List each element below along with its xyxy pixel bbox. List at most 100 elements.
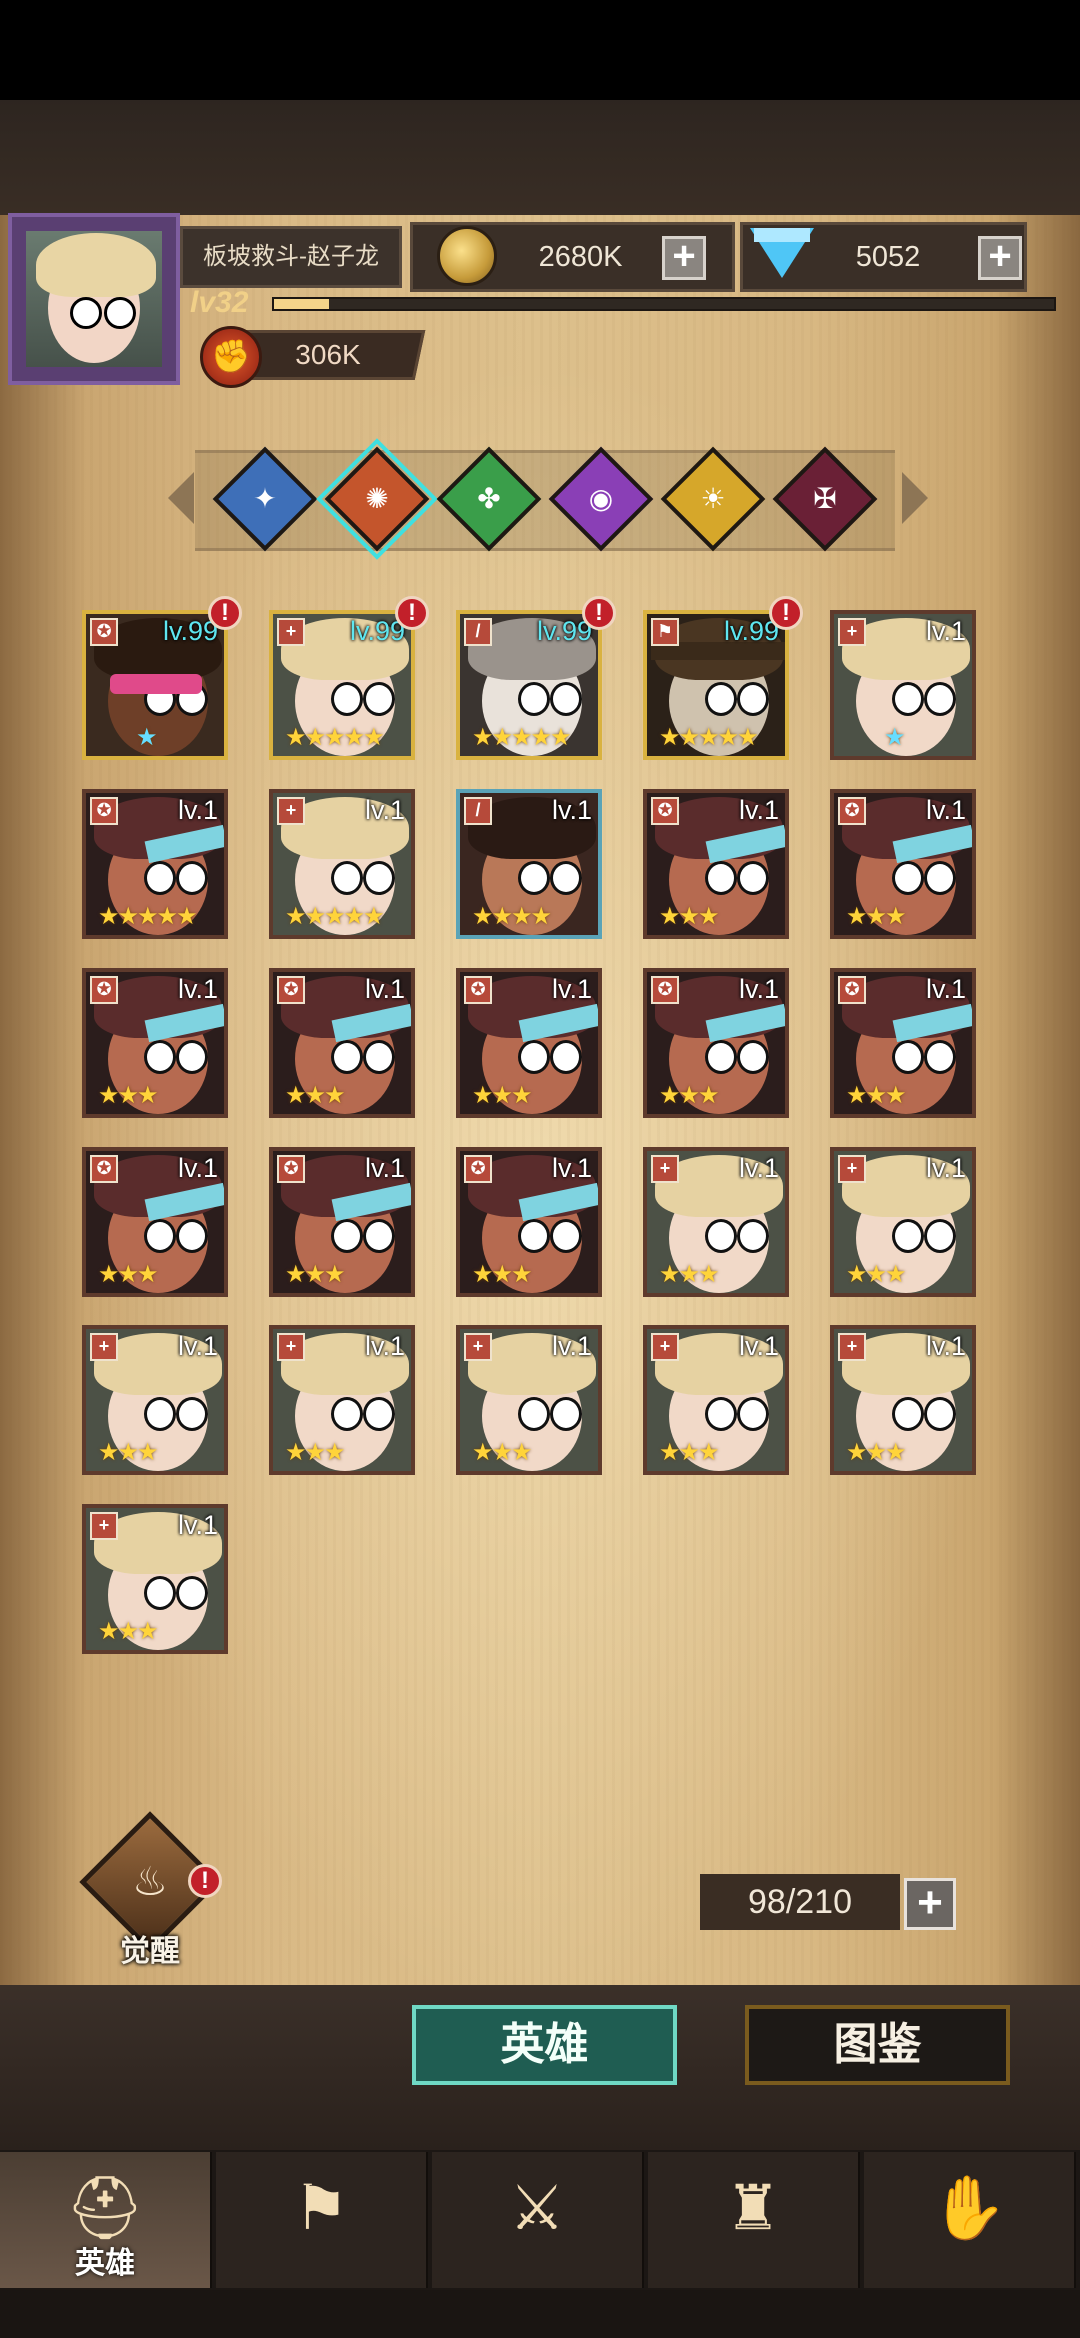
player-level: lv32 [190, 286, 249, 319]
hero-card[interactable]: + lv.1 ★★★ [269, 1325, 415, 1475]
hero-card[interactable]: + lv.1 ★★★ [830, 1325, 976, 1475]
hero-stars: ★★★ [846, 1439, 907, 1466]
hero-card[interactable]: ✪ lv.1 ★★★ [82, 968, 228, 1118]
hero-card[interactable]: + lv.99 ★★★★★ [269, 610, 415, 760]
hero-class-icon: + [838, 1333, 866, 1361]
hero-class-icon: ⚑ [651, 618, 679, 646]
diamond-icon-top [754, 228, 810, 242]
nav-tab-2[interactable]: ⚑ [216, 2152, 428, 2288]
hero-class-icon: ✪ [90, 976, 118, 1004]
hero-class-icon: ✪ [90, 797, 118, 825]
hero-level: lv.1 [925, 1331, 966, 1361]
hero-stars: ★★★ [285, 1261, 346, 1288]
hero-level: lv.1 [177, 1510, 218, 1540]
hero-stars: ★★★ [472, 1082, 533, 1109]
hero-card[interactable]: ✪ lv.1 ★★★ [269, 1147, 415, 1297]
faction-arcane-icon: ◉ [588, 483, 614, 514]
hero-card[interactable]: + lv.1 ★★★ [643, 1325, 789, 1475]
player-avatar[interactable] [8, 213, 180, 385]
hero-stars: ★★★ [846, 1261, 907, 1288]
hero-stars: ★★★★★ [98, 903, 198, 930]
hero-card[interactable]: + lv.1 ★★★ [456, 1325, 602, 1475]
hero-stars: ★★★★★ [285, 903, 385, 930]
hero-class-icon: ✪ [838, 976, 866, 1004]
hero-level: lv.1 [738, 974, 779, 1004]
hero-level: lv.1 [925, 974, 966, 1004]
hero-class-icon: / [464, 797, 492, 825]
hero-card[interactable]: ✪ lv.1 ★★★ [456, 1147, 602, 1297]
hero-level: lv.1 [551, 1153, 592, 1183]
hero-level: lv.1 [738, 1153, 779, 1183]
hero-class-icon: ✪ [277, 976, 305, 1004]
hero-stars: ★★★ [659, 1082, 720, 1109]
hero-level: lv.1 [364, 1331, 405, 1361]
hero-card[interactable]: + lv.1 ★★★ [82, 1504, 228, 1654]
hero-level: lv.1 [177, 1331, 218, 1361]
hero-level: lv.1 [177, 974, 218, 1004]
nav-tab-5[interactable]: ✋ [864, 2152, 1076, 2288]
add-gold-button[interactable]: + [662, 236, 706, 280]
hero-stars: ★★★ [285, 1082, 346, 1109]
hero-class-icon: + [651, 1155, 679, 1183]
arrow-right-icon[interactable] [902, 472, 928, 524]
hero-level: lv.1 [738, 1331, 779, 1361]
hero-card[interactable]: / lv.99 ★★★★★ [456, 610, 602, 760]
awaken-alert-badge: ! [188, 1864, 222, 1898]
hero-stars: ★★★★ [472, 903, 552, 930]
hero-stars: ★★★ [285, 1439, 346, 1466]
hero-alert-badge: ! [395, 596, 429, 630]
hero-class-icon: ✪ [838, 797, 866, 825]
expand-roster-button[interactable]: + [904, 1878, 956, 1930]
awaken-icon: ♨ [132, 1860, 168, 1904]
hero-card[interactable]: ✪ lv.1 ★★★★★ [82, 789, 228, 939]
hero-stars: ★ [884, 724, 905, 751]
tab-codex[interactable]: 图鉴 [745, 2005, 1010, 2085]
hero-level: lv.1 [925, 795, 966, 825]
hero-stars: ★★★★★ [659, 724, 759, 751]
hero-class-icon: + [277, 797, 305, 825]
hero-class-icon: + [90, 1512, 118, 1540]
status-bar-area [0, 0, 1080, 100]
hero-stars: ★★★ [472, 1261, 533, 1288]
hero-card[interactable]: + lv.1 ★★★★★ [269, 789, 415, 939]
xp-bar [272, 297, 1056, 311]
hero-card[interactable]: + lv.1 ★★★ [830, 1147, 976, 1297]
tab-heroes[interactable]: 英雄 [412, 2005, 677, 2085]
hero-stars: ★★★ [98, 1618, 159, 1645]
hero-level: lv.1 [925, 1153, 966, 1183]
hero-card[interactable]: + lv.1 ★★★ [82, 1325, 228, 1475]
hero-class-icon: + [277, 1333, 305, 1361]
power-value: 306K [295, 339, 361, 370]
hero-stars: ★★★ [846, 1082, 907, 1109]
hero-class-icon: ✪ [90, 618, 118, 646]
hero-card[interactable]: ✪ lv.99 ★ [82, 610, 228, 760]
gem-value: 5052 [855, 241, 921, 273]
arrow-left-icon[interactable] [168, 472, 194, 524]
hero-card[interactable]: + lv.1 ★★★ [643, 1147, 789, 1297]
hero-class-icon: + [90, 1333, 118, 1361]
hero-card[interactable]: ✪ lv.1 ★★★ [830, 789, 976, 939]
hero-card[interactable]: ✪ lv.1 ★★★ [643, 789, 789, 939]
faction-dark-icon: ✠ [813, 483, 837, 514]
faction-nature-icon: ✤ [477, 483, 501, 514]
hero-stars: ★★★★★ [472, 724, 572, 751]
add-gems-button[interactable]: + [978, 236, 1022, 280]
player-name: 板坡救斗-赵子龙 [180, 226, 402, 288]
hero-card[interactable]: ⚑ lv.99 ★★★★★ [643, 610, 789, 760]
hero-card[interactable]: + lv.1 ★ [830, 610, 976, 760]
hero-class-icon: + [277, 618, 305, 646]
hero-level: lv.1 [177, 1153, 218, 1183]
hero-level: lv.1 [738, 795, 779, 825]
hero-card[interactable]: / lv.1 ★★★★ [456, 789, 602, 939]
hero-class-icon: + [838, 1155, 866, 1183]
hero-level: lv.1 [551, 1331, 592, 1361]
hero-card[interactable]: ✪ lv.1 ★★★ [830, 968, 976, 1118]
hero-card[interactable]: ✪ lv.1 ★★★ [82, 1147, 228, 1297]
nav-tab-1[interactable]: ⛑ 英雄 [0, 2152, 212, 2288]
hero-card[interactable]: ✪ lv.1 ★★★ [643, 968, 789, 1118]
hero-stars: ★★★ [472, 1439, 533, 1466]
hero-card[interactable]: ✪ lv.1 ★★★ [269, 968, 415, 1118]
hero-card[interactable]: ✪ lv.1 ★★★ [456, 968, 602, 1118]
nav-tab-3[interactable]: ⚔ [432, 2152, 644, 2288]
nav-tab-4[interactable]: ♜ [648, 2152, 860, 2288]
